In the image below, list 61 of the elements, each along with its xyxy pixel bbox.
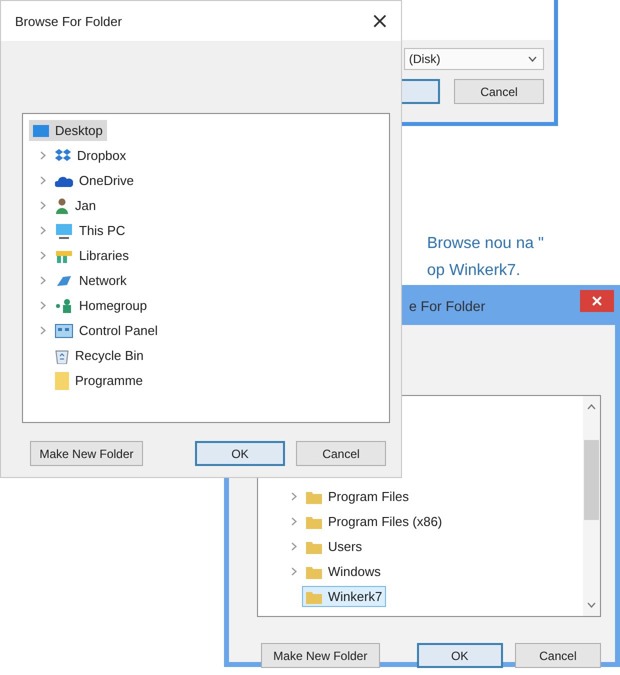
tree-item[interactable]: Program Files (x86) [302,511,446,532]
bin-icon [55,348,69,364]
folder-icon [306,490,322,504]
folder-icon [306,514,322,528]
chevron-icon[interactable] [291,542,297,551]
chevron-icon[interactable] [40,251,46,260]
folder-icon [306,590,322,604]
chevron-icon[interactable] [40,301,46,310]
tree-item[interactable]: Recycle Bin [51,344,148,366]
close-button[interactable] [580,290,614,312]
tree-item[interactable]: Network [51,270,131,292]
window-title: e For Folder [409,298,486,314]
folder-icon [55,372,69,390]
chevron-icon[interactable] [40,226,46,235]
tree-item[interactable]: Programme [51,368,147,392]
user-icon [55,198,69,214]
window-title: Browse For Folder [15,14,122,28]
tree-item[interactable]: Control Panel [51,320,162,341]
chevron-icon[interactable] [40,176,46,185]
chevron-icon[interactable] [40,151,46,160]
tree-item[interactable]: Jan [51,194,100,216]
tree-item[interactable]: This PC [51,220,130,242]
chevron-icon[interactable] [291,517,297,526]
dialog-button[interactable]: Cancel [514,643,601,668]
tree-item[interactable]: Users [302,536,366,557]
tree-item[interactable]: Desktop [29,120,107,141]
chevron-icon[interactable] [40,326,46,335]
scroll-up-icon[interactable] [587,404,596,410]
drive-dropdown[interactable]: (Disk) [404,48,544,70]
scroll-down-icon[interactable] [587,602,596,608]
dialog-button[interactable]: OK [195,441,285,466]
cloud-icon [55,174,73,186]
chevron-icon[interactable] [40,276,46,285]
close-icon [592,296,602,306]
tree-item[interactable]: OneDrive [51,170,138,191]
tree-item[interactable]: Program Files [302,486,413,507]
caret-icon [528,56,537,62]
instruction-text: op Winkerk7. [427,261,522,281]
people-icon [55,298,73,314]
folder-icon [306,540,322,554]
chevron-icon[interactable] [40,201,46,210]
tree-item[interactable]: Winkerk7 [302,586,386,607]
chevron-icon[interactable] [291,567,297,576]
folder-icon [306,564,322,578]
monitor-icon [55,222,73,238]
close-button[interactable]: × [366,8,393,34]
instruction-text: Browse nou na " [427,234,544,254]
chevron-icon[interactable] [291,492,297,501]
desktop-icon [33,124,49,138]
tree-item[interactable]: Libraries [51,244,133,266]
dialog-button[interactable]: Cancel [296,441,386,466]
tree-item[interactable]: Homegroup [51,294,151,316]
scrollbar[interactable] [583,396,600,616]
dialog-button[interactable]: Make New Folder [261,643,380,668]
tree-item[interactable]: Dropbox [51,144,130,166]
dialog-button[interactable]: OK [416,643,503,668]
cancel-button[interactable]: Cancel [454,79,544,104]
box-icon [55,148,71,164]
dialog-button[interactable]: Make New Folder [30,441,143,466]
control-panel-icon [55,324,73,338]
tree-item[interactable]: Windows [302,561,385,582]
